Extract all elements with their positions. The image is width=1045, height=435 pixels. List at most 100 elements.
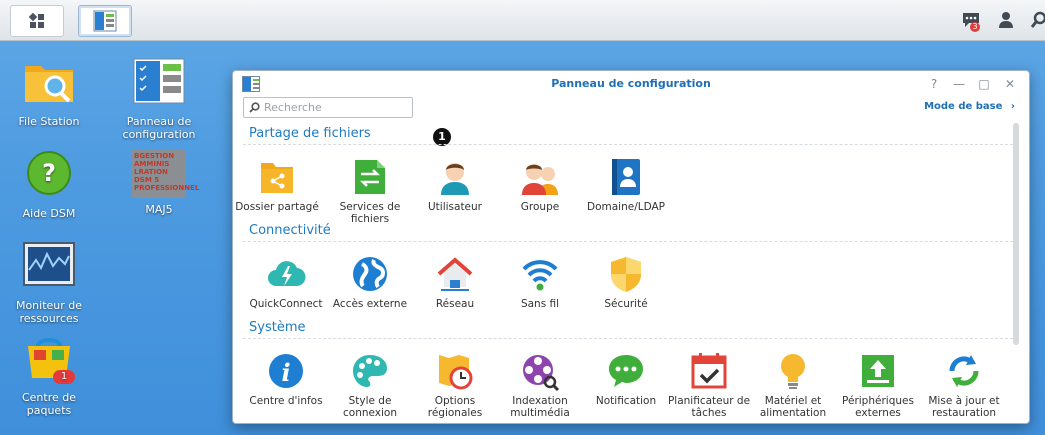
desktop-icon-label: Aide DSM xyxy=(22,207,76,220)
item-user[interactable]: Utilisateur xyxy=(411,157,499,213)
item-login-style[interactable]: Style de connexion xyxy=(326,351,414,419)
item-media-indexing[interactable]: Indexation multimédia xyxy=(496,351,584,419)
close-button[interactable]: ✕ xyxy=(1001,75,1019,93)
item-label: Utilisateur xyxy=(427,201,482,213)
svg-text:?: ? xyxy=(42,159,56,187)
minimize-button[interactable]: — xyxy=(950,75,968,93)
desktop-icon-label: File Station xyxy=(18,115,80,128)
item-external-devices[interactable]: Périphériques externes xyxy=(834,351,922,419)
globe-icon xyxy=(353,257,387,291)
external-device-icon xyxy=(862,355,894,387)
file-services-icon xyxy=(355,160,385,194)
item-info-center[interactable]: i Centre d'infos xyxy=(242,351,330,407)
item-label: Dossier partagé xyxy=(235,201,319,213)
user-menu-button[interactable] xyxy=(993,8,1019,32)
item-domain-ldap[interactable]: Domaine/LDAP xyxy=(582,157,670,213)
taskbar: 3 xyxy=(0,0,1045,41)
help-icon: ? xyxy=(27,151,71,195)
item-label: Accès externe xyxy=(332,298,408,310)
desktop-icon-aide-dsm[interactable]: ? Aide DSM xyxy=(6,150,92,220)
search-icon xyxy=(249,102,260,113)
maj5-thumbnail-text: BGESTION AMMINIS LRATION DSM 5 PROFESSIO… xyxy=(134,152,200,192)
domain-ldap-icon xyxy=(612,159,640,195)
divider xyxy=(243,338,1013,339)
info-icon: i xyxy=(269,354,303,388)
item-group[interactable]: Groupe xyxy=(496,157,584,213)
desktop-icon-maj5[interactable]: BGESTION AMMINIS LRATION DSM 5 PROFESSIO… xyxy=(116,150,202,216)
section-title-connectivity: Connectivité xyxy=(249,223,331,238)
divider xyxy=(243,144,1013,145)
item-label: Mise à jour et restauration xyxy=(928,395,1000,419)
refresh-icon xyxy=(949,355,979,387)
item-regional-options[interactable]: Options régionales xyxy=(411,351,499,419)
section-title-file-sharing: Partage de fichiers xyxy=(249,126,371,141)
speech-bubble-icon xyxy=(609,355,643,387)
clock-map-icon xyxy=(439,355,473,390)
svg-text:i: i xyxy=(281,358,290,387)
item-label: Périphériques externes xyxy=(842,395,914,419)
palette-icon xyxy=(353,355,387,387)
item-label: Indexation multimédia xyxy=(510,395,570,419)
desktop-icon-package-center[interactable]: 1 Centre de paquets xyxy=(6,334,92,417)
desktop-icon-label: Moniteur de ressources xyxy=(15,299,83,325)
item-label: Matériel et alimentation xyxy=(759,395,827,419)
item-task-scheduler[interactable]: Planificateur de tâches xyxy=(665,351,753,419)
section-title-system: Système xyxy=(249,320,306,335)
image-icon: BGESTION AMMINIS LRATION DSM 5 PROFESSIO… xyxy=(132,150,200,198)
item-notification[interactable]: Notification xyxy=(582,351,670,407)
item-file-services[interactable]: Services de fichiers xyxy=(326,157,414,225)
main-menu-button[interactable] xyxy=(10,5,64,37)
search-icon xyxy=(1030,11,1045,28)
item-label: Domaine/LDAP xyxy=(586,201,665,213)
desktop-icon-control-panel[interactable]: Panneau de configuration xyxy=(116,58,202,141)
grid-icon xyxy=(28,12,44,28)
light-bulb-icon xyxy=(781,354,805,389)
item-label: Réseau xyxy=(435,298,475,310)
basic-mode-label: Mode de base xyxy=(924,101,1003,112)
user-icon xyxy=(999,12,1013,28)
control-panel-icon xyxy=(93,10,117,32)
shield-icon xyxy=(611,257,641,292)
folder-search-icon xyxy=(25,66,73,103)
item-label: Sans fil xyxy=(520,298,560,310)
item-update-restore[interactable]: Mise à jour et restauration xyxy=(920,351,1008,419)
control-panel-icon xyxy=(133,58,185,104)
user-icon xyxy=(441,163,469,195)
chevron-right-icon: › xyxy=(1010,101,1015,112)
quickconnect-icon xyxy=(268,261,306,287)
desktop-icon-label: Panneau de configuration xyxy=(122,115,196,141)
item-label: Notification xyxy=(595,395,657,407)
divider xyxy=(243,241,1013,242)
search-placeholder: Recherche xyxy=(264,101,322,114)
item-label: Centre d'infos xyxy=(249,395,323,407)
item-label: Services de fichiers xyxy=(339,201,401,225)
search-input[interactable]: Recherche xyxy=(243,97,413,118)
film-reel-icon xyxy=(523,355,560,392)
monitor-icon xyxy=(23,242,75,286)
item-quickconnect[interactable]: QuickConnect xyxy=(242,254,330,310)
taskbar-control-panel-button[interactable] xyxy=(78,5,132,37)
desktop-icon-file-station[interactable]: File Station xyxy=(6,58,92,128)
desktop-icon-resource-monitor[interactable]: Moniteur de ressources xyxy=(6,242,92,325)
shared-folder-icon xyxy=(261,163,293,193)
item-security[interactable]: Sécurité xyxy=(582,254,670,310)
desktop-icon-label: MAJ5 xyxy=(145,203,173,216)
calendar-check-icon xyxy=(691,353,727,389)
item-external-access[interactable]: Accès externe xyxy=(326,254,414,310)
home-network-icon xyxy=(437,257,473,291)
notifications-button[interactable]: 3 xyxy=(958,8,984,32)
item-wireless[interactable]: Sans fil xyxy=(496,254,584,310)
search-button[interactable] xyxy=(1026,8,1045,32)
item-shared-folder[interactable]: Dossier partagé xyxy=(233,157,321,213)
item-label: Options régionales xyxy=(427,395,483,419)
item-hardware-power[interactable]: Matériel et alimentation xyxy=(749,351,837,419)
item-label: Planificateur de tâches xyxy=(667,395,751,419)
maximize-button[interactable]: □ xyxy=(975,75,993,93)
desktop-icon-label: Centre de paquets xyxy=(21,391,77,417)
group-icon xyxy=(522,164,558,195)
item-network[interactable]: Réseau xyxy=(411,254,499,310)
item-label: Groupe xyxy=(520,201,560,213)
basic-mode-link[interactable]: Mode de base › xyxy=(924,101,1015,112)
help-button[interactable]: ? xyxy=(925,75,943,93)
scrollbar[interactable] xyxy=(1013,123,1019,345)
